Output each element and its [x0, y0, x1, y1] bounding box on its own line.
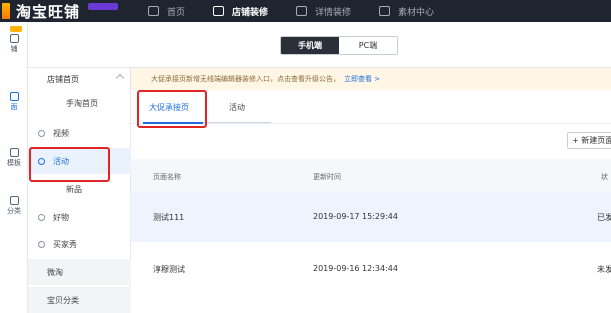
row-update-time: 2019-09-17 15:29:44 [313, 212, 398, 221]
row-status: 未发 [597, 265, 611, 274]
sidebar-item-label: 视频 [53, 128, 69, 138]
video-icon [38, 129, 45, 137]
notice-link[interactable]: 立即查看 > [344, 74, 380, 84]
category-icon [9, 196, 19, 205]
left-rail: 铺 面 模板 分类 [0, 22, 28, 313]
goods-icon [38, 213, 45, 221]
rail-label: 模板 [7, 159, 21, 167]
rail-item-template[interactable]: 模板 [0, 148, 28, 168]
template-icon [9, 148, 19, 157]
row-update-time: 2019-09-16 12:34:44 [313, 264, 398, 273]
sidebar-item-mobile-home[interactable]: 手淘首页 [28, 90, 131, 116]
buyer-show-icon [38, 240, 45, 248]
rail-label: 面 [10, 103, 18, 111]
topnav-label: 素材中心 [398, 7, 435, 18]
sidebar-item-buyer-show[interactable]: 买家秀 [28, 231, 131, 257]
device-toggle: 手机端 PC端 [280, 36, 398, 55]
column-header: 更新时间 [313, 173, 341, 181]
sidebar-item-label: 微淘 [47, 267, 63, 277]
device-bar: 手机端 PC端 [28, 22, 611, 68]
highlight-box-promo-tab [137, 90, 207, 128]
logo-mark-icon [2, 3, 10, 19]
row-status: 已发 [597, 213, 611, 222]
topnav-material-center[interactable]: 素材中心 [379, 5, 434, 18]
notice-text: 大促承接页新增无线端编辑器装修入口，点击查看升级公告， [151, 75, 340, 83]
top-bar: 淘宝旺铺 首页 店铺装修 详情装修 素材中心 [0, 0, 611, 22]
new-page-button[interactable]: + 新建页面 [567, 132, 611, 149]
shop-icon [213, 6, 225, 16]
topnav-label: 详情装修 [315, 7, 352, 18]
sidebar-item-weitao[interactable]: 微淘 [28, 259, 131, 285]
mobile-tab-button[interactable]: 手机端 [281, 37, 339, 54]
rail-label: 铺 [10, 45, 18, 53]
logo[interactable]: 淘宝旺铺 [0, 0, 119, 22]
logo-badge [88, 2, 119, 10]
row-page-name: 测试111 [153, 213, 185, 222]
rail-item-page[interactable]: 面 [0, 92, 28, 112]
upgrade-notice: 大促承接页新增无线端编辑器装修入口，点击查看升级公告， 立即查看 > [131, 68, 611, 90]
topnav-detail-decor[interactable]: 详情装修 [296, 5, 351, 18]
sidebar-item-label: 买家秀 [53, 239, 77, 249]
new-badge [10, 26, 22, 32]
topnav-label: 店铺装修 [232, 7, 269, 18]
sidebar-group-shop-home[interactable]: 店铺首页 [28, 68, 131, 90]
user-icon [9, 34, 19, 43]
rail-label: 分类 [7, 207, 21, 215]
table-row[interactable]: 淳穆测试 2019-09-16 12:34:44 未发 [131, 242, 611, 292]
detail-icon [296, 6, 308, 16]
page-sidebar: 店铺首页 手淘首页 视频 活动 新品 好物 买家秀 微淘 宝贝分类 [28, 68, 131, 313]
row-page-name: 淳穆测试 [153, 265, 185, 274]
top-nav: 首页 店铺装修 详情装修 素材中心 [148, 0, 462, 22]
image-icon [379, 6, 391, 16]
table-row[interactable]: 测试111 2019-09-17 15:29:44 已发 [131, 192, 611, 242]
topnav-shop-decor[interactable]: 店铺装修 [213, 5, 268, 18]
column-header: 状 [601, 173, 608, 181]
page-icon [9, 92, 19, 101]
tab-divider [203, 122, 271, 123]
sidebar-item-label: 好物 [53, 212, 69, 222]
sidebar-item-item-category[interactable]: 宝贝分类 [28, 287, 131, 313]
sidebar-item-label: 宝贝分类 [47, 295, 79, 305]
sidebar-item-goods[interactable]: 好物 [28, 204, 131, 230]
logo-text: 淘宝旺铺 [16, 2, 81, 21]
chevron-up-icon [115, 73, 125, 83]
sidebar-group-label: 店铺首页 [47, 74, 79, 84]
topnav-label: 首页 [167, 7, 186, 18]
column-header: 页面名称 [153, 173, 181, 181]
pc-tab-button[interactable]: PC端 [339, 37, 397, 54]
sidebar-item-video[interactable]: 视频 [28, 120, 131, 146]
tab-activity[interactable]: 活动 [229, 102, 245, 113]
rail-item-shop[interactable]: 铺 [0, 26, 28, 54]
sidebar-item-label: 新品 [66, 184, 82, 194]
sidebar-item-label: 手淘首页 [66, 98, 98, 108]
home-icon [148, 6, 159, 16]
topnav-home[interactable]: 首页 [148, 5, 185, 18]
highlight-box-activity [29, 147, 110, 182]
table-header: 页面名称 更新时间 状 [131, 159, 611, 192]
rail-item-category[interactable]: 分类 [0, 196, 28, 216]
